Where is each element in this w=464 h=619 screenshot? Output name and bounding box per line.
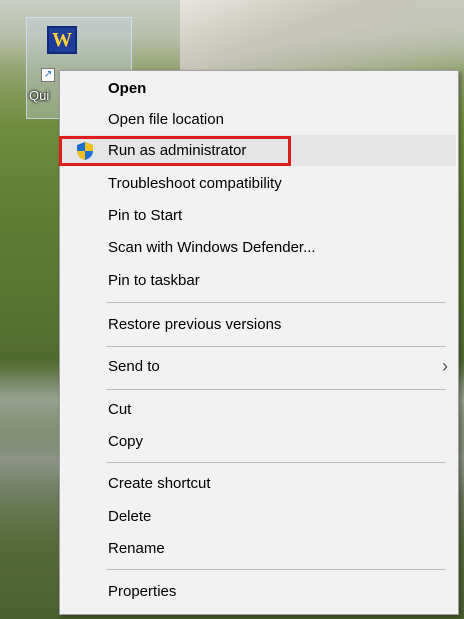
desktop-shortcut-label: Qui xyxy=(29,88,50,103)
menu-item-restore-previous-versions[interactable]: Restore previous versions xyxy=(62,309,456,340)
menu-item-pin-to-start[interactable]: Pin to Start xyxy=(62,200,456,231)
menu-item-scan-with-defender[interactable]: Scan with Windows Defender... xyxy=(62,232,456,263)
uac-shield-icon xyxy=(77,142,93,160)
menu-separator xyxy=(106,302,446,303)
menu-item-delete[interactable]: Delete xyxy=(62,501,456,532)
menu-item-run-as-administrator[interactable]: Run as administrator xyxy=(62,135,456,166)
menu-item-open[interactable]: Open xyxy=(62,73,456,104)
menu-item-create-shortcut[interactable]: Create shortcut xyxy=(62,468,456,499)
menu-item-open-file-location[interactable]: Open file location xyxy=(62,104,456,135)
menu-item-troubleshoot-compatibility[interactable]: Troubleshoot compatibility xyxy=(62,168,456,199)
menu-item-cut[interactable]: Cut xyxy=(62,394,456,425)
chevron-right-icon: › xyxy=(442,356,448,376)
menu-item-properties[interactable]: Properties xyxy=(62,576,456,607)
menu-separator xyxy=(106,569,446,570)
word-shortcut-icon: W xyxy=(47,26,77,54)
menu-item-send-to[interactable]: Send to › xyxy=(62,351,456,382)
menu-separator xyxy=(106,346,446,347)
shortcut-arrow-icon: ↗ xyxy=(41,68,55,82)
menu-separator xyxy=(106,389,446,390)
menu-item-pin-to-taskbar[interactable]: Pin to taskbar xyxy=(62,265,456,296)
menu-item-copy[interactable]: Copy xyxy=(62,426,456,457)
menu-separator xyxy=(106,462,446,463)
context-menu: Open Open file location Run as administr… xyxy=(59,70,459,615)
menu-item-rename[interactable]: Rename xyxy=(62,533,456,564)
